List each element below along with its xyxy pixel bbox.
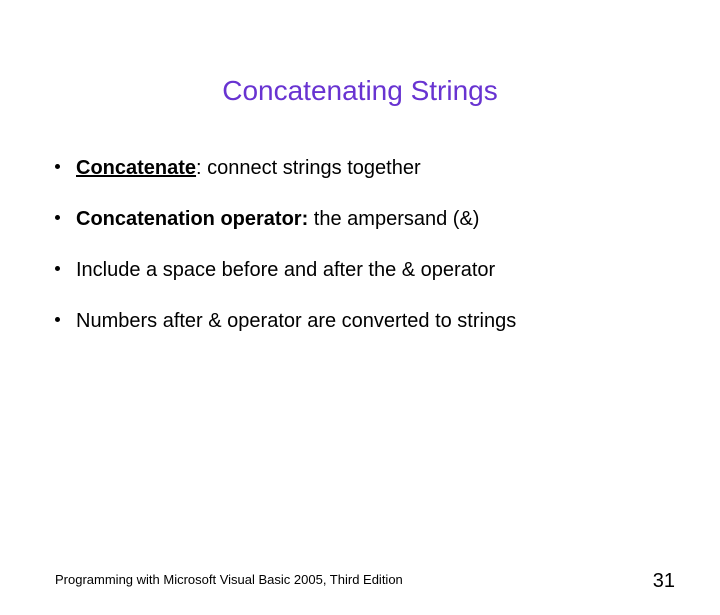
bullet-list: Concatenate: connect strings together Co… (55, 155, 680, 335)
bullet-icon (55, 164, 60, 169)
bullet-text: Concatenation operator: the ampersand (&… (76, 206, 479, 233)
bullet-icon (55, 215, 60, 220)
definition-text: the ampersand (&) (308, 208, 479, 230)
list-item: Numbers after & operator are converted t… (55, 308, 680, 335)
bullet-text: Concatenate: connect strings together (76, 155, 421, 182)
page-number: 31 (653, 570, 675, 593)
bullet-text: Numbers after & operator are converted t… (76, 308, 516, 335)
bullet-text: Include a space before and after the & o… (76, 257, 495, 284)
list-item: Concatenate: connect strings together (55, 155, 680, 182)
term-concatenate: Concatenate (76, 157, 196, 179)
list-item: Concatenation operator: the ampersand (&… (55, 206, 680, 233)
term-operator: Concatenation operator: (76, 208, 308, 230)
list-item: Include a space before and after the & o… (55, 257, 680, 284)
bullet-icon (55, 266, 60, 271)
definition-text: : connect strings together (196, 157, 421, 179)
footer-text: Programming with Microsoft Visual Basic … (55, 572, 403, 587)
bullet-icon (55, 317, 60, 322)
slide-title: Concatenating Strings (0, 75, 720, 107)
